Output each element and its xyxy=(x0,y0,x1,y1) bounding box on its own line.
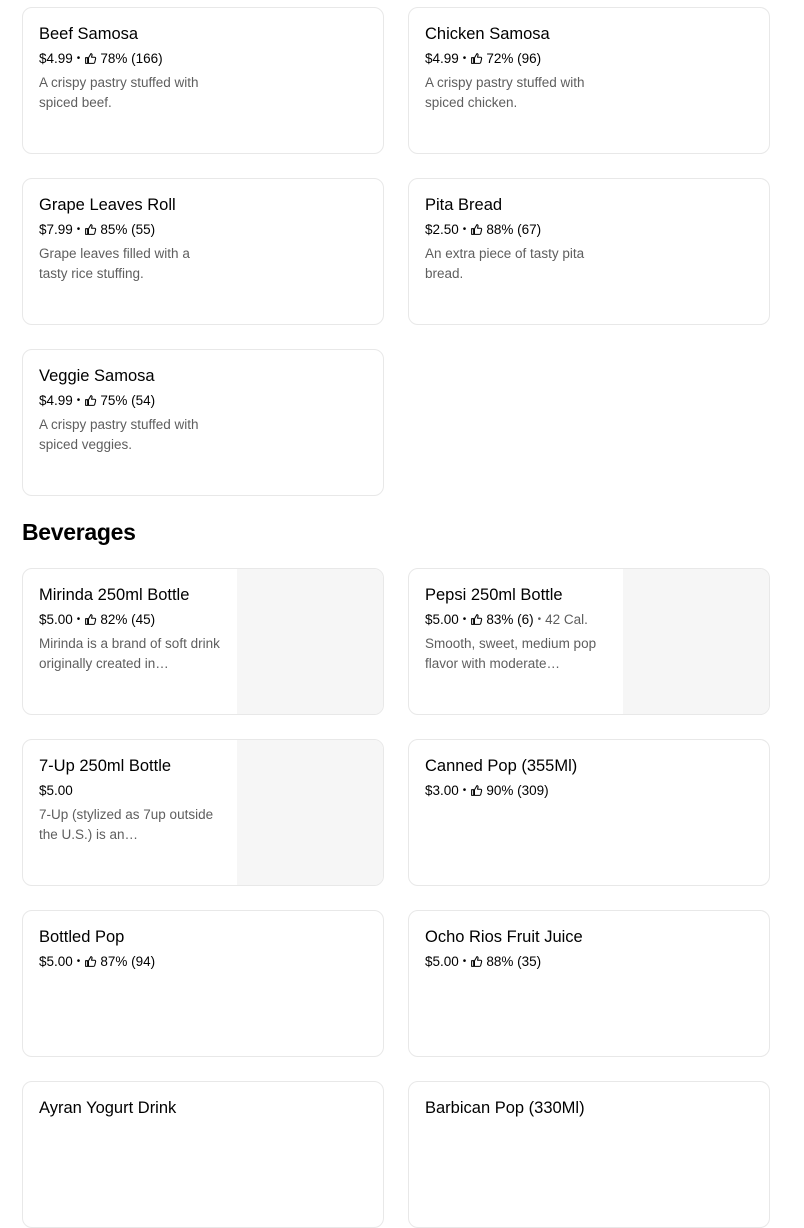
item-meta: $3.00 • 90% (309) xyxy=(425,783,549,798)
item-description: A crispy pastry stuffed with spiced vegg… xyxy=(39,417,199,452)
item-price: $4.99 xyxy=(39,51,73,66)
item-description: An extra piece of tasty pita bread. xyxy=(425,246,585,281)
menu-item-card[interactable]: Chicken Samosa $4.99 • 72% (96) A crispy … xyxy=(408,7,770,154)
item-name: Beef Samosa xyxy=(39,25,139,43)
item-rating: 87% (94) xyxy=(100,954,156,969)
item-price: $5.00 xyxy=(39,612,73,627)
item-meta: $5.00 • 88% (35) xyxy=(425,954,542,969)
item-name: Mirinda 250ml Bottle xyxy=(39,586,190,604)
item-image xyxy=(237,740,383,885)
item-name: Ayran Yogurt Drink xyxy=(39,1099,177,1117)
menu-item-card[interactable]: 7-Up 250ml Bottle $5.00 7-Up (stylized a… xyxy=(22,739,384,886)
item-price: $4.99 xyxy=(39,393,73,408)
menu-item-card[interactable]: Bottled Pop $5.00 • 87% (94) xyxy=(22,910,384,1057)
item-rating: 78% (166) xyxy=(100,51,163,66)
item-image xyxy=(237,569,383,714)
thumbs-up-icon xyxy=(470,52,483,65)
item-rating: 82% (45) xyxy=(100,612,156,627)
item-price: $2.50 xyxy=(425,222,459,237)
item-price: $4.99 xyxy=(425,51,459,66)
menu-item-card[interactable]: Beef Samosa $4.99 • 78% (166) A crispy pa… xyxy=(22,7,384,154)
thumbs-up-icon xyxy=(470,784,483,797)
item-meta: $5.00 • 82% (45) xyxy=(39,612,156,627)
item-image xyxy=(623,569,769,714)
thumbs-up-icon xyxy=(84,52,97,65)
item-name: Grape Leaves Roll xyxy=(39,196,176,214)
item-name: Bottled Pop xyxy=(39,928,125,946)
item-description: Smooth, sweet, medium pop flavor with mo… xyxy=(425,636,597,671)
item-meta: $7.99 • 85% (55) xyxy=(39,222,156,237)
item-name: Canned Pop (355Ml) xyxy=(425,757,578,775)
item-rating: 88% (35) xyxy=(486,954,542,969)
item-price: $5.00 xyxy=(39,783,73,798)
item-meta: $5.00 xyxy=(39,782,229,799)
item-meta: $4.99 • 75% (54) xyxy=(39,393,156,408)
item-price: $7.99 xyxy=(39,222,73,237)
thumbs-up-icon xyxy=(84,613,97,626)
item-rating: 90% (309) xyxy=(486,783,549,798)
menu-item-card[interactable]: Pepsi 250ml Bottle $5.00 • 83% (6) • 42 Ca… xyxy=(408,568,770,715)
item-description: A crispy pastry stuffed with spiced chic… xyxy=(425,75,585,110)
thumbs-up-icon xyxy=(84,394,97,407)
item-rating: 85% (55) xyxy=(100,222,156,237)
item-price: $5.00 xyxy=(39,954,73,969)
item-meta: $4.99 • 78% (166) xyxy=(39,51,163,66)
item-description: 7-Up (stylized as 7up outside the U.S.) … xyxy=(39,807,214,842)
item-meta: $5.00 • 87% (94) xyxy=(39,954,156,969)
item-description: A crispy pastry stuffed with spiced beef… xyxy=(39,75,199,110)
menu-item-card[interactable]: Ayran Yogurt Drink xyxy=(22,1081,384,1228)
item-rating: 72% (96) xyxy=(486,51,542,66)
menu-item-card[interactable]: Canned Pop (355Ml) $3.00 • 90% (309) xyxy=(408,739,770,886)
item-description: Grape leaves filled with a tasty rice st… xyxy=(39,246,190,281)
item-name: 7-Up 250ml Bottle xyxy=(39,757,172,775)
item-price: $3.00 xyxy=(425,783,459,798)
item-rating: 75% (54) xyxy=(100,393,156,408)
item-price: $5.00 xyxy=(425,954,459,969)
menu-item-card[interactable]: Barbican Pop (330Ml) xyxy=(408,1081,770,1228)
item-rating: 83% (6) xyxy=(486,612,534,627)
menu-item-card[interactable]: Grape Leaves Roll $7.99 • 85% (55) Grape … xyxy=(22,178,384,325)
item-meta: $4.99 • 72% (96) xyxy=(425,51,542,66)
item-name: Barbican Pop (330Ml) xyxy=(425,1099,585,1117)
item-meta: $5.00 • 83% (6) • 42 Cal. xyxy=(425,612,588,627)
menu-item-card[interactable]: Veggie Samosa $4.99 • 75% (54) A crispy p… xyxy=(22,349,384,496)
item-meta: $2.50 • 88% (67) xyxy=(425,222,542,237)
item-calories: 42 Cal. xyxy=(545,612,588,627)
item-price: $5.00 xyxy=(425,612,459,627)
menu-item-card[interactable]: Mirinda 250ml Bottle $5.00 • 82% (45) Mir… xyxy=(22,568,384,715)
thumbs-up-icon xyxy=(470,613,483,626)
item-description: Mirinda is a brand of soft drink origina… xyxy=(39,636,220,671)
menu-item-card[interactable]: Pita Bread $2.50 • 88% (67) An extra piec… xyxy=(408,178,770,325)
menu-item-card[interactable]: Ocho Rios Fruit Juice $5.00 • 88% (35) xyxy=(408,910,770,1057)
item-rating: 88% (67) xyxy=(486,222,542,237)
item-name: Pepsi 250ml Bottle xyxy=(425,586,563,604)
item-name: Pita Bread xyxy=(425,196,503,214)
item-name: Chicken Samosa xyxy=(425,25,550,43)
thumbs-up-icon xyxy=(84,955,97,968)
thumbs-up-icon xyxy=(470,955,483,968)
thumbs-up-icon xyxy=(470,223,483,236)
item-name: Veggie Samosa xyxy=(39,367,155,385)
section-title-beverages: Beverages xyxy=(22,519,136,545)
item-name: Ocho Rios Fruit Juice xyxy=(425,928,583,946)
thumbs-up-icon xyxy=(84,223,97,236)
